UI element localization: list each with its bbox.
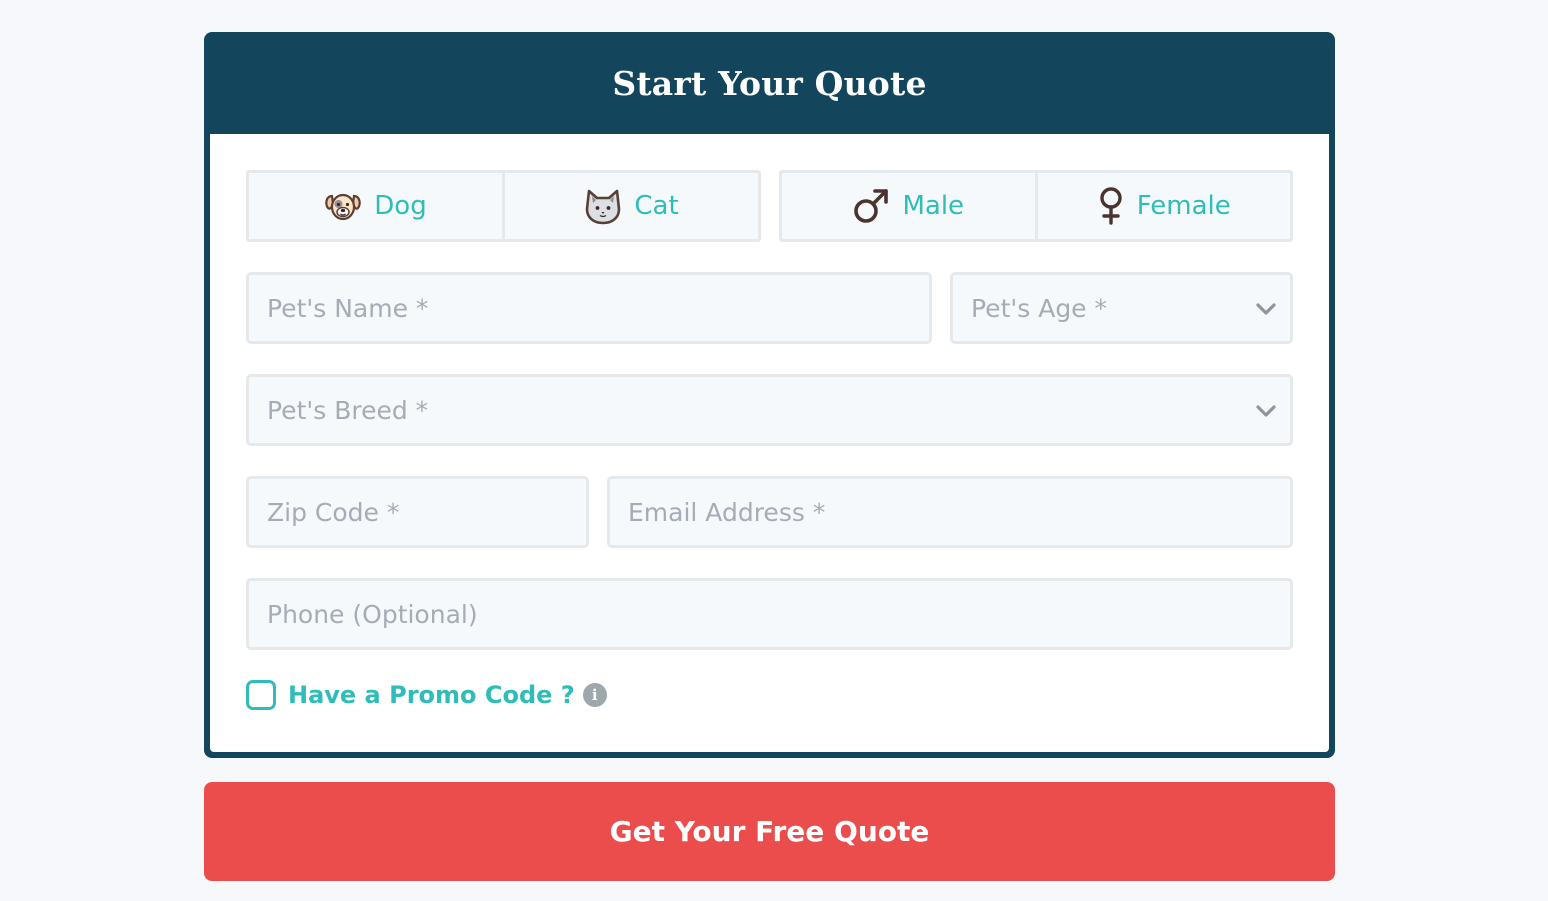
- pet-name-input[interactable]: [267, 275, 929, 341]
- cat-icon: [584, 187, 622, 225]
- get-free-quote-button[interactable]: Get Your Free Quote: [204, 782, 1335, 881]
- species-toggle: Dog Cat: [246, 170, 761, 242]
- gender-label-female: Female: [1136, 191, 1231, 221]
- species-option-dog[interactable]: Dog: [249, 173, 502, 239]
- pet-age-selected-value: Pet's Age *: [971, 293, 1108, 323]
- chevron-down-icon: [1254, 398, 1278, 422]
- quote-form-card: Start Your Quote Dog Cat Male Female Pet…: [204, 32, 1335, 758]
- pet-breed-select[interactable]: Pet's Breed *: [246, 374, 1293, 446]
- phone-field-wrapper: [246, 578, 1293, 650]
- female-symbol-icon: [1097, 186, 1125, 226]
- promo-code-row: Have a Promo Code ? i: [246, 680, 607, 710]
- phone-input[interactable]: [267, 581, 1290, 647]
- gender-toggle: Male Female: [779, 170, 1293, 242]
- male-symbol-icon: [852, 187, 890, 225]
- promo-code-label[interactable]: Have a Promo Code ?: [288, 681, 575, 709]
- form-body: Dog Cat Male Female Pet's Name * Pet's A…: [210, 134, 1329, 752]
- email-field-wrapper: [607, 476, 1293, 548]
- promo-code-checkbox[interactable]: [246, 680, 276, 710]
- pet-name-field-wrapper: [246, 272, 932, 344]
- info-icon[interactable]: i: [582, 683, 607, 707]
- pet-breed-selected-value: Pet's Breed *: [267, 395, 429, 425]
- email-input[interactable]: [628, 479, 1290, 545]
- gender-label-male: Male: [902, 191, 965, 221]
- chevron-down-icon: [1254, 296, 1278, 320]
- form-title: Start Your Quote: [612, 63, 927, 103]
- species-option-cat[interactable]: Cat: [502, 173, 758, 239]
- species-label-cat: Cat: [634, 191, 679, 221]
- species-label-dog: Dog: [374, 191, 427, 221]
- pet-age-select[interactable]: Pet's Age *: [950, 272, 1293, 344]
- zip-code-field-wrapper: [246, 476, 589, 548]
- gender-option-female[interactable]: Female: [1034, 173, 1291, 239]
- dog-icon: [324, 188, 362, 224]
- gender-option-male[interactable]: Male: [782, 173, 1035, 239]
- zip-code-input[interactable]: [267, 479, 586, 545]
